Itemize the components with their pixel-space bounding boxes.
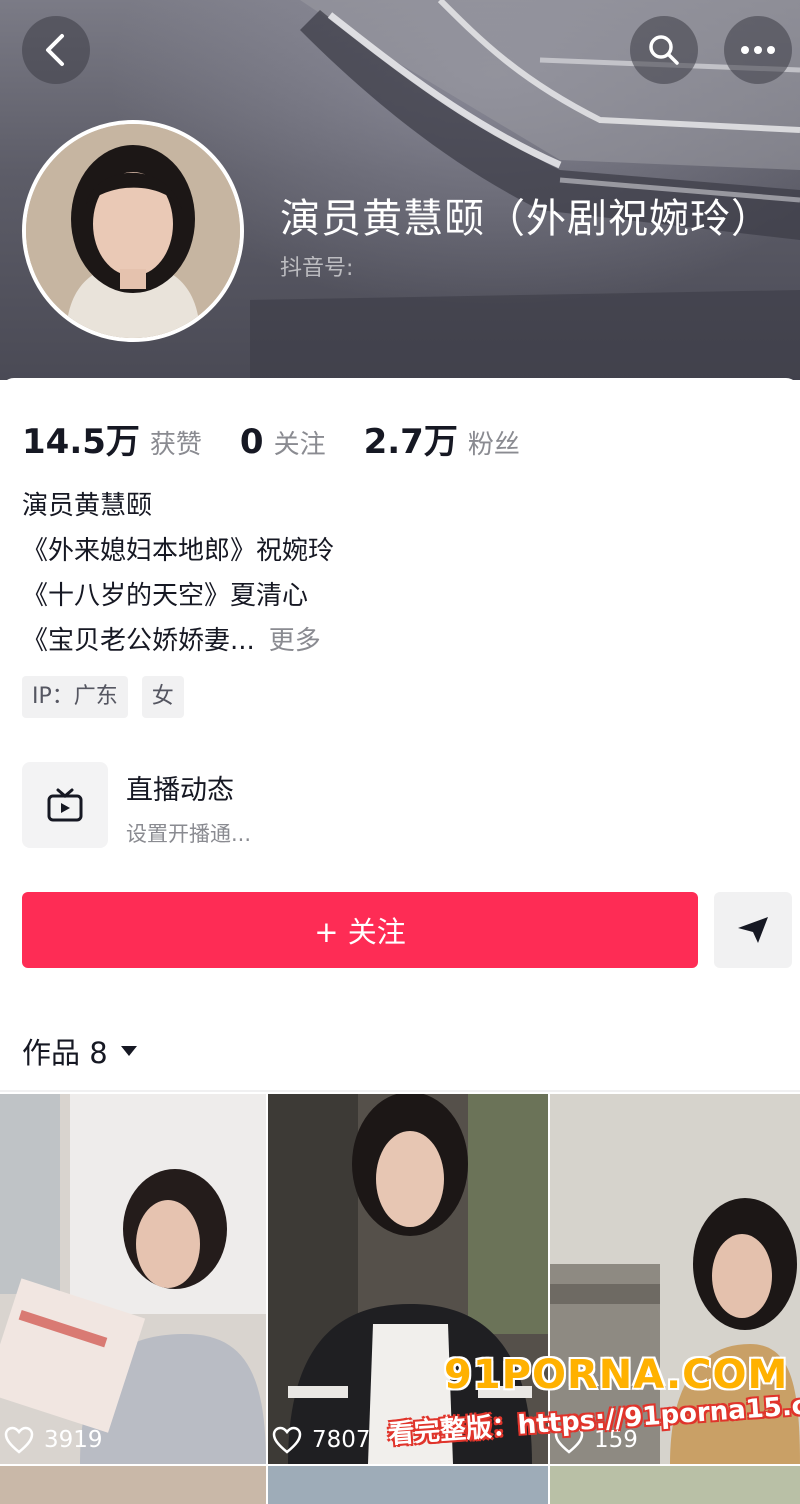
live-subtitle: 设置开播通...	[126, 822, 252, 846]
search-button[interactable]	[630, 16, 698, 84]
video-thumbnail[interactable]	[268, 1466, 548, 1504]
video-cover-image	[0, 1094, 266, 1464]
bio-line-last: 《宝贝老公娇娇妻... 更多	[22, 619, 334, 664]
tv-icon	[47, 788, 83, 822]
more-options-button[interactable]	[724, 16, 792, 84]
profile-cover: 演员黄慧颐（外剧祝婉玲） 抖音号:	[0, 0, 800, 380]
video-cover-image	[550, 1094, 800, 1464]
bio-line: 《外来媳妇本地郎》祝婉玲	[22, 536, 335, 566]
live-title[interactable]: 直播动态	[126, 768, 234, 807]
video-likes: 3919	[4, 1426, 103, 1454]
likes-count: 3919	[44, 1427, 103, 1453]
more-dots-icon	[741, 46, 775, 54]
bio-line: 《宝贝老公娇娇妻...	[22, 626, 255, 656]
video-thumbnail[interactable]	[0, 1466, 266, 1504]
send-icon	[738, 917, 768, 943]
stats-row: 14.5万 获赞 0 关注 2.7万 粉丝	[22, 414, 558, 463]
chevron-left-icon	[46, 34, 64, 66]
avatar[interactable]	[22, 120, 244, 342]
likes-count: 14.5万	[22, 422, 140, 462]
search-icon	[649, 35, 679, 65]
likes-count: 7807	[312, 1427, 371, 1453]
likes-label: 获赞	[149, 430, 202, 460]
video-likes: 159	[554, 1426, 638, 1454]
following-label[interactable]: 关注	[274, 424, 326, 461]
back-button[interactable]	[22, 16, 90, 84]
followers-count[interactable]: 2.7万	[364, 414, 458, 463]
heart-icon	[4, 1426, 34, 1454]
douyin-id-label: 抖音号:	[280, 256, 354, 281]
tag-list: IP：广东 女	[22, 676, 184, 718]
bio: 演员黄慧颐 《外来媳妇本地郎》祝婉玲 《十八岁的天空》夏清心 《宝贝老公娇娇妻.…	[22, 484, 334, 664]
bio-line: 演员黄慧颐	[22, 491, 153, 521]
bio-more-link[interactable]: 更多	[269, 626, 321, 656]
profile-name: 演员黄慧颐（外剧祝婉玲）	[280, 196, 772, 242]
heart-icon	[272, 1426, 302, 1454]
ip-location-tag: IP：广东	[22, 676, 128, 718]
follow-button[interactable]: + 关注	[22, 892, 698, 968]
video-thumbnail[interactable]: 3919	[0, 1094, 266, 1464]
video-thumbnail[interactable]: 7807	[268, 1094, 548, 1464]
video-thumbnail[interactable]: 159	[550, 1094, 800, 1464]
bio-line: 《十八岁的天空》夏清心	[22, 581, 309, 611]
works-tab[interactable]: 作品 8	[22, 1030, 138, 1072]
gender-tag: 女	[141, 676, 184, 718]
works-label: 作品 8	[22, 1036, 108, 1070]
message-button[interactable]	[714, 892, 792, 968]
heart-icon	[554, 1426, 584, 1454]
video-likes: 7807	[272, 1426, 371, 1454]
video-grid: 3919 7807 159	[0, 1094, 800, 1504]
caret-down-icon	[120, 1046, 137, 1056]
video-thumbnail[interactable]	[550, 1466, 800, 1504]
avatar-portrait-image	[26, 124, 240, 338]
video-cover-image	[268, 1094, 548, 1464]
following-count[interactable]: 0	[240, 422, 264, 462]
live-entry-button[interactable]	[22, 762, 108, 848]
likes-count: 159	[594, 1427, 638, 1453]
followers-label[interactable]: 粉丝	[468, 424, 520, 461]
divider	[0, 1090, 800, 1092]
